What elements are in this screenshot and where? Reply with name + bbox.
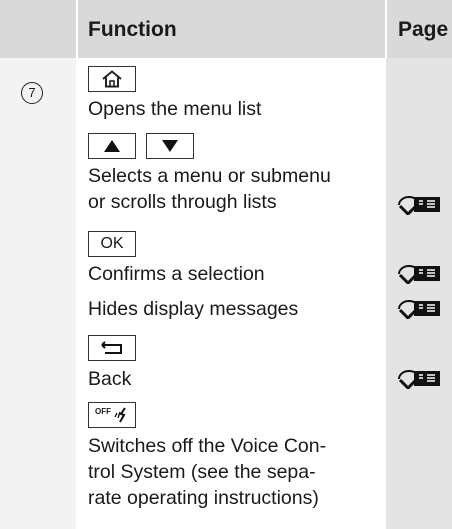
back-icon bbox=[101, 341, 122, 354]
item-number: 7 bbox=[21, 82, 43, 104]
row-switches-line2: trol System (see the sepa- bbox=[88, 461, 316, 483]
row-selects-line2: or scrolls through lists bbox=[88, 191, 277, 213]
speech-icon bbox=[114, 407, 126, 423]
header-divider bbox=[385, 0, 387, 58]
row-back: Back bbox=[88, 368, 132, 390]
up-key bbox=[88, 133, 136, 159]
steering-wheel-book-icon bbox=[398, 196, 440, 215]
steering-wheel-book-icon bbox=[398, 300, 440, 319]
page-column bbox=[386, 58, 452, 529]
home-icon bbox=[102, 70, 122, 88]
row-switches-line3: rate operating instructions) bbox=[88, 487, 319, 509]
row-switches-line1: Switches off the Voice Con- bbox=[88, 435, 327, 457]
voice-control-off-key: OFF bbox=[88, 402, 136, 428]
function-table: Function Page 7 Opens the menu list Sele… bbox=[0, 0, 452, 529]
row-hides: Hides display messages bbox=[88, 298, 299, 320]
row-selects-line1: Selects a menu or submenu bbox=[88, 165, 331, 187]
row-confirms: Confirms a selection bbox=[88, 263, 265, 285]
down-key bbox=[146, 133, 194, 159]
ok-key: OK bbox=[88, 231, 136, 257]
header-page: Page bbox=[398, 18, 449, 41]
steering-wheel-book-icon bbox=[398, 370, 440, 389]
down-arrow-icon bbox=[162, 140, 178, 152]
row-opens-menu: Opens the menu list bbox=[88, 98, 262, 120]
header-divider bbox=[76, 0, 78, 58]
back-key bbox=[88, 335, 136, 361]
steering-wheel-book-icon bbox=[398, 265, 440, 284]
number-column bbox=[0, 58, 76, 529]
header-function: Function bbox=[88, 18, 177, 41]
voice-off-label: OFF bbox=[95, 406, 111, 416]
home-key bbox=[88, 66, 136, 92]
up-arrow-icon bbox=[104, 140, 120, 152]
